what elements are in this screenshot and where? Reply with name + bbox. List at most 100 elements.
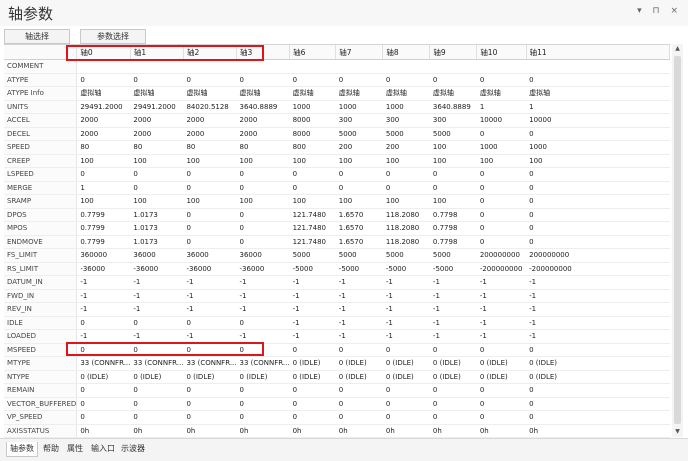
param-value-cell[interactable]: -1 — [382, 329, 430, 344]
param-value-cell[interactable]: 0 — [476, 397, 527, 411]
param-value-cell[interactable]: 0 (IDLE) — [183, 370, 237, 384]
param-value-cell[interactable]: 0 — [429, 181, 477, 195]
param-value-cell[interactable]: 8000 — [289, 113, 336, 128]
param-value-cell[interactable]: 0 (IDLE) — [335, 356, 383, 371]
param-value-cell[interactable]: 0 (IDLE) — [429, 356, 477, 371]
param-value-cell[interactable]: -1 — [335, 289, 383, 303]
param-value-cell[interactable]: -1 — [382, 289, 430, 303]
param-value-cell[interactable]: 0 — [130, 73, 184, 87]
param-value-cell[interactable]: 0 — [236, 208, 290, 222]
param-value-cell[interactable]: 0 — [526, 397, 670, 411]
param-value-cell[interactable]: 100 — [335, 194, 383, 209]
param-value-cell[interactable]: 0 — [130, 397, 184, 411]
param-value-cell[interactable]: 100 — [76, 154, 131, 168]
param-value-cell[interactable]: 虚拟轴 — [183, 86, 237, 101]
param-value-cell[interactable]: 0 — [289, 73, 336, 87]
param-value-cell[interactable]: 100 — [236, 194, 290, 209]
param-value-cell[interactable]: 0 — [236, 221, 290, 236]
param-value-cell[interactable]: -1 — [429, 289, 477, 303]
param-value-cell[interactable]: 0 — [382, 167, 430, 182]
param-value-cell[interactable]: 118.2080 — [382, 208, 430, 222]
param-value-cell[interactable]: 0 — [476, 208, 527, 222]
param-value-cell[interactable]: 5000 — [429, 248, 477, 263]
param-value-cell[interactable]: 0 — [429, 167, 477, 182]
param-value-cell[interactable]: 0 — [130, 167, 184, 182]
param-value-cell[interactable]: 2000 — [76, 113, 131, 128]
param-value-cell[interactable]: 1000 — [526, 140, 670, 155]
param-value-cell[interactable]: 100 — [335, 154, 383, 168]
param-value-cell[interactable]: -1 — [429, 275, 477, 290]
param-value-cell[interactable]: 0 — [183, 181, 237, 195]
param-value-cell[interactable]: -5000 — [335, 262, 383, 276]
param-value-cell[interactable]: 0 — [76, 410, 131, 425]
param-value-cell[interactable]: 36000 — [183, 248, 237, 263]
param-value-cell[interactable]: -1 — [236, 302, 290, 317]
param-value-cell[interactable]: 0 — [526, 194, 670, 209]
param-value-cell[interactable]: 2000 — [236, 127, 290, 141]
param-value-cell[interactable]: 0.7799 — [76, 235, 131, 249]
param-value-cell[interactable]: -1 — [476, 329, 527, 344]
pin-icon[interactable]: ⊓ — [653, 6, 664, 16]
param-value-cell[interactable]: 1.0173 — [130, 208, 184, 222]
param-value-cell[interactable]: 0.7799 — [76, 208, 131, 222]
param-value-cell[interactable]: 100 — [289, 194, 336, 209]
param-value-cell[interactable]: 121.7480 — [289, 208, 336, 222]
param-value-cell[interactable]: -1 — [335, 275, 383, 290]
param-value-cell[interactable]: 虚拟轴 — [476, 86, 527, 101]
param-value-cell[interactable]: 33 (CONNFR... — [183, 356, 237, 371]
param-value-cell[interactable]: 0 — [476, 167, 527, 182]
param-value-cell[interactable]: 虚拟轴 — [76, 86, 131, 101]
param-value-cell[interactable]: -1 — [130, 302, 184, 317]
column-header[interactable]: 轴6 — [289, 45, 337, 60]
param-value-cell[interactable]: 100 — [183, 194, 237, 209]
param-value-cell[interactable]: 0 — [476, 343, 527, 357]
param-value-cell[interactable]: 0 — [289, 397, 336, 411]
param-value-cell[interactable]: 80 — [130, 140, 184, 155]
param-value-cell[interactable]: -1 — [183, 275, 237, 290]
param-value-cell[interactable]: 0 — [289, 343, 336, 357]
param-value-cell[interactable]: -36000 — [130, 262, 184, 276]
tab-input-ports[interactable]: 输入口 — [88, 442, 118, 456]
column-header[interactable]: 轴8 — [382, 45, 431, 60]
param-value-cell[interactable]: 2000 — [183, 127, 237, 141]
column-header[interactable]: 轴3 — [236, 45, 291, 60]
param-value-cell[interactable]: 虚拟轴 — [429, 86, 477, 101]
param-value-cell[interactable]: 80 — [236, 140, 290, 155]
param-value-cell[interactable]: 0 — [526, 235, 670, 249]
param-value-cell[interactable]: 0 — [236, 397, 290, 411]
param-value-cell[interactable]: -1 — [526, 302, 670, 317]
tab-axis-params[interactable]: 轴参数 — [6, 442, 38, 457]
param-value-cell[interactable]: 0 — [289, 383, 336, 398]
param-select-button[interactable]: 参数选择 — [80, 29, 146, 44]
param-value-cell[interactable]: 5000 — [429, 127, 477, 141]
param-value-cell[interactable]: -200000000 — [476, 262, 527, 276]
param-value-cell[interactable]: -1 — [76, 302, 131, 317]
param-value-cell[interactable]: -1 — [526, 329, 670, 344]
param-value-cell[interactable]: 0 — [76, 397, 131, 411]
param-value-cell[interactable]: 1 — [76, 181, 131, 195]
param-value-cell[interactable]: 121.7480 — [289, 235, 336, 249]
param-value-cell[interactable]: 1000 — [382, 100, 430, 114]
param-value-cell[interactable]: 118.2080 — [382, 235, 430, 249]
param-value-cell[interactable]: 33 (CONNFR... — [76, 356, 131, 371]
param-value-cell[interactable]: 0 — [76, 73, 131, 87]
param-value-cell[interactable]: 0 — [236, 410, 290, 425]
param-value-cell[interactable]: 0 — [289, 167, 336, 182]
param-value-cell[interactable]: 0 (IDLE) — [429, 370, 477, 384]
param-value-cell[interactable]: 0.7798 — [429, 235, 477, 249]
param-value-cell[interactable]: 0 (IDLE) — [382, 356, 430, 371]
param-value-cell[interactable]: 0 (IDLE) — [476, 356, 527, 371]
param-value-cell[interactable]: 3640.8889 — [236, 100, 290, 114]
column-header[interactable]: 轴0 — [76, 45, 131, 60]
param-value-cell[interactable]: -36000 — [236, 262, 290, 276]
param-value-cell[interactable]: 100 — [130, 194, 184, 209]
param-value-cell[interactable]: -1 — [429, 302, 477, 317]
param-value-cell[interactable]: -1 — [382, 275, 430, 290]
param-value-cell[interactable]: 300 — [382, 113, 430, 128]
param-value-cell[interactable]: 0 — [183, 167, 237, 182]
param-value-cell[interactable]: 0 — [476, 73, 527, 87]
param-value-cell[interactable]: 300 — [429, 113, 477, 128]
param-value-cell[interactable]: 5000 — [382, 248, 430, 263]
param-value-cell[interactable]: 0 (IDLE) — [526, 370, 670, 384]
param-value-cell[interactable]: -200000000 — [526, 262, 670, 276]
